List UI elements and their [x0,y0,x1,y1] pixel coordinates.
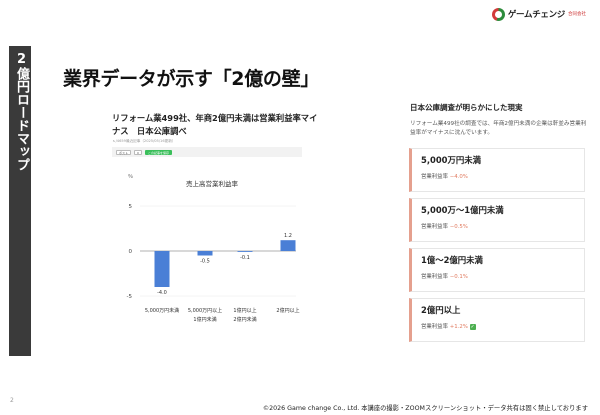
stat-card: 5,000万円未満 営業利益率 −4.0% [409,148,585,192]
company-logo: ゲームチェンジ 合同会社 [491,6,586,22]
card-heading: 5,000万円未満 [421,155,481,165]
copyright-footer: ©2026 Game change Co., Ltd. 本講座の撮影・ZOOMス… [262,405,588,412]
logo-name: ゲームチェンジ [507,10,565,20]
slide-title: 業界データが示す「2億の壁」 [63,68,320,90]
card-value: −0.5% [449,224,468,230]
card-heading: 1億〜2億円未満 [421,255,483,265]
y-tick-label: -5 [127,294,133,300]
chart-title: 売上高営業利益率 [186,179,239,188]
slide: 2億円ロードマップ ゲームチェンジ 合同会社 業界データが示す「2億の壁」 リフ… [0,0,600,415]
article-title: リフォーム業499社、年商2億円未満は営業利益率マイナス 日本公庫調べ [112,113,318,136]
x-category-label: 1億円未満 [193,316,216,323]
card-heading: 5,000万〜1億円未満 [421,205,504,215]
y-tick-label: 0 [129,249,133,255]
chart-unit-label: ％ [128,174,133,180]
x-category-label: 2億円以上 [276,307,299,314]
page-number: 2 [10,397,14,404]
x-category-label: 5,000万円以上 [188,307,222,314]
bar-value-label: -4.0 [157,290,167,296]
share-post-button[interactable]: ポスト [116,149,132,155]
bar-value-label: -0.1 [240,255,250,261]
card-label: 営業利益率 [421,174,448,180]
share-bar: ポスト 0 この記事を保存 [112,147,302,157]
y-tick-label: 5 [129,204,133,210]
x-category-label: 2億円未満 [233,316,256,323]
save-article-button[interactable]: この記事を保存 [144,149,172,155]
article-date: ｓ/4659最近記事（2025/05/16更新） [112,139,176,143]
card-value: −0.1% [449,274,468,280]
bar [197,251,213,256]
logo-sub: 合同会社 [568,11,586,17]
check-icon: ✓ [469,323,476,330]
stat-card: 2億円以上 営業利益率 +1.2% ✓ [409,298,585,342]
bar-chart: ％ 売上高営業利益率 5 0 -5 -4.0 -0.5 -0.1 1.2 5,000万円未… [127,174,300,323]
card-label: 営業利益率 [421,224,448,230]
logo-mark-icon [491,7,505,21]
stat-card: 5,000万〜1億円未満 営業利益率 −0.5% [409,198,585,242]
card-heading: 2億円以上 [421,305,461,315]
card-value: −4.0% [449,174,468,180]
share-count: 0 [134,149,142,155]
panel-description: リフォーム業499社の調査では、年商2億円未満の企業は軒並み営業利益率がマイナス… [410,121,587,136]
sidebar-vertical-title: 2億円ロードマップ [14,52,29,171]
card-value: +1.2% [449,324,468,330]
bar [237,251,253,252]
bar [154,251,170,287]
bar [280,240,296,251]
x-category-label: 5,000万円未満 [145,307,179,314]
panel-title: 日本公庫調査が明らかにした現実 [410,103,523,112]
bar-value-label: 1.2 [284,233,292,239]
card-label: 営業利益率 [421,324,448,330]
stat-card: 1億〜2億円未満 営業利益率 −0.1% [409,248,585,292]
x-category-label: 1億円以上 [233,307,256,314]
article-screenshot: リフォーム業499社、年商2億円未満は営業利益率マイナス 日本公庫調べ ｓ/46… [104,108,317,334]
card-label: 営業利益率 [421,274,448,280]
bar-value-label: -0.5 [200,259,210,265]
